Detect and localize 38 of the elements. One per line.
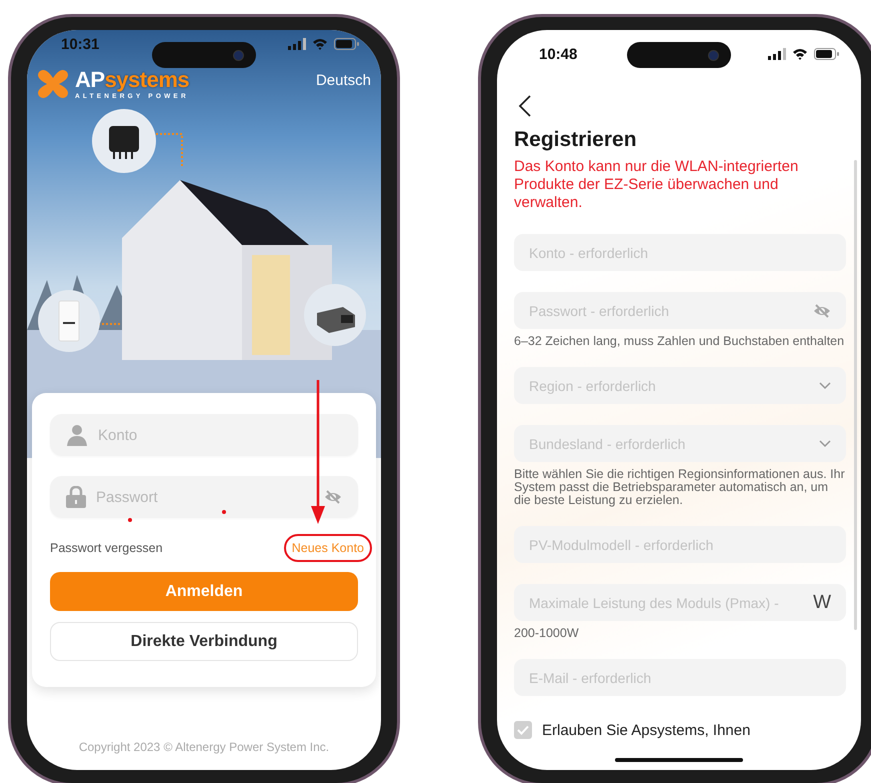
wifi-icon: [792, 48, 808, 60]
annotation-dot: [222, 510, 226, 514]
helper-text: 6–32 Zeichen lang, muss Zahlen und Buchstaben enthalten: [514, 335, 846, 348]
signal-icon: [768, 48, 786, 60]
power-station-icon: [303, 283, 367, 347]
checkmark-icon: [517, 725, 529, 735]
battery-icon: [814, 48, 839, 60]
new-account-link[interactable]: Neues Konto: [284, 534, 372, 562]
helper-text: Bitte wählen Sie die richtigen Regionsinformationen aus. Ihr System passt die Betriebsparameter automatisch an, um die beste Leistung zu erzielen.: [514, 468, 846, 507]
eye-off-icon: [813, 304, 831, 318]
language-link[interactable]: Deutsch: [316, 72, 371, 89]
helper-text: 200-1000W: [514, 627, 580, 640]
brand-name: APsystems: [75, 68, 190, 90]
status-time: 10:31: [61, 36, 100, 52]
page-title: Registrieren: [514, 128, 638, 152]
unit-label: W: [813, 592, 831, 614]
notice-text: Das Konto kann nur die WLAN-integrierten Produkte der EZ-Serie überwachen und verwalten.: [514, 158, 800, 212]
input-field[interactable]: Passwort: [50, 476, 358, 518]
storage-unit-icon: [37, 289, 101, 353]
input-field[interactable]: Konto: [50, 414, 358, 456]
checkbox[interactable]: [514, 721, 532, 739]
battery-icon: [334, 38, 359, 50]
forgot-password-link[interactable]: Passwort vergessen: [50, 541, 163, 555]
wifi-icon: [312, 38, 328, 50]
chevron-down-icon: [819, 382, 831, 390]
person-icon: [66, 424, 88, 446]
back-icon[interactable]: [518, 94, 532, 118]
status-time: 10:48: [539, 46, 578, 62]
direct-connection-button[interactable]: Direkte Verbindung: [50, 622, 358, 661]
chevron-down-icon: [819, 440, 831, 448]
microinverter-icon: [92, 109, 156, 173]
login-button[interactable]: Anmelden: [50, 572, 358, 611]
eye-off-icon: [324, 490, 342, 504]
lock-icon: [66, 486, 86, 508]
signal-icon: [288, 38, 306, 50]
annotation-dot: [128, 518, 132, 522]
consent-label: Erlauben Sie Apsystems, Ihnen: [542, 722, 750, 738]
copyright-text: Copyright 2023 © Altenergy Power System Inc.: [78, 740, 330, 754]
